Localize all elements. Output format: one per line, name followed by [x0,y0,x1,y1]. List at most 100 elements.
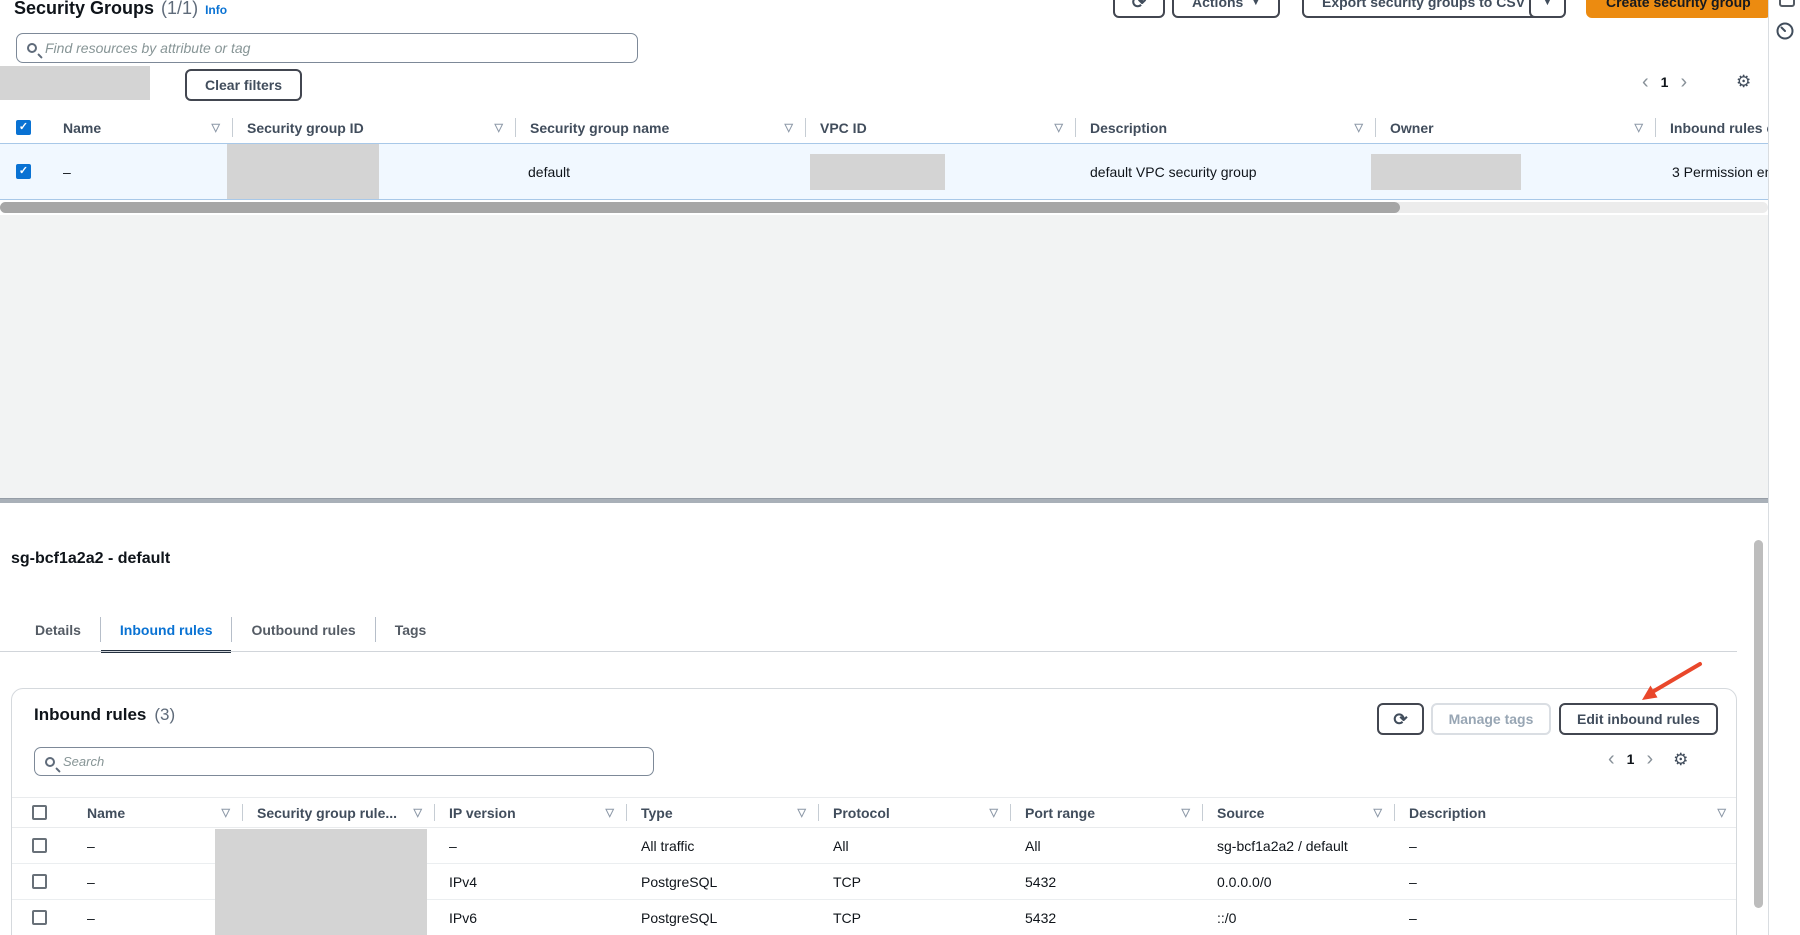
cell-protocol: All [818,828,1010,863]
edit-inbound-rules-button[interactable]: Edit inbound rules [1559,703,1718,735]
search-icon [45,757,55,767]
cell-description: – [1394,900,1737,935]
refresh-button[interactable]: ⟳ [1113,0,1165,18]
cell-port-range: 5432 [1010,900,1202,935]
create-security-group-button[interactable]: Create security group [1586,0,1768,18]
sort-icon[interactable]: ▽ [1055,121,1063,134]
previous-page-button[interactable]: ‹ [1608,749,1615,769]
select-all-checkbox[interactable] [32,805,47,820]
list-pane-background [0,215,1768,498]
sort-icon[interactable]: ▽ [1355,121,1363,134]
inbound-rules-card: Inbound rules (3) ⟳ Manage tags Edit inb… [11,688,1737,935]
cell-ip-version: – [434,828,626,863]
column-header-port-range: Port range ▽ [1010,798,1202,827]
column-header-security-group-rule: Security group rule... ▽ [242,798,434,827]
cell-port-range: 5432 [1010,864,1202,899]
tab-outbound-rules[interactable]: Outbound rules [232,607,374,652]
caret-down-icon: ▼ [1543,0,1552,7]
inbound-refresh-button[interactable]: ⟳ [1377,703,1424,735]
tab-inbound-rules[interactable]: Inbound rules [101,607,232,652]
previous-page-button[interactable]: ‹ [1642,72,1649,92]
inbound-pagination: ‹ 1 › ⚙ [1608,749,1688,769]
sort-icon[interactable]: ▽ [1635,121,1643,134]
horizontal-scrollbar-thumb[interactable] [0,202,1400,213]
sort-icon[interactable]: ▽ [606,806,614,819]
column-header-name: Name ▽ [72,798,242,827]
cell-vpc-id [805,144,1075,199]
security-group-row[interactable]: – default default VPC security group 3 P… [0,143,1768,200]
column-header-description: Description ▽ [1394,798,1737,827]
page-header: Security Groups (1/1) Info [14,0,227,19]
refresh-icon: ⟳ [1132,0,1146,11]
caret-down-icon: ▼ [1251,0,1260,7]
refresh-icon: ⟳ [1393,711,1407,728]
right-side-toolbar [1768,0,1800,935]
redacted-security-group-id [227,144,379,199]
inbound-preferences-gear-icon[interactable]: ⚙ [1673,751,1688,768]
side-panel-icon[interactable] [1779,0,1795,7]
resource-filter-input[interactable] [45,40,627,56]
sort-icon[interactable]: ▽ [222,806,230,819]
next-page-button[interactable]: › [1680,72,1687,92]
export-csv-button[interactable]: Export security groups to CSV [1302,0,1545,18]
cell-name: – [48,144,232,199]
tab-tags[interactable]: Tags [376,607,446,652]
column-header-owner: Owner ▽ [1375,112,1655,143]
cell-protocol: TCP [818,864,1010,899]
list-preferences-gear-icon[interactable]: ⚙ [1736,73,1751,90]
info-link[interactable]: Info [205,3,227,17]
column-header-type: Type ▽ [626,798,818,827]
column-header-inbound-rules: Inbound rules c [1655,112,1768,143]
column-header-security-group-id: Security group ID ▽ [232,112,515,143]
select-all-checkbox[interactable] [16,120,31,135]
manage-tags-button[interactable]: Manage tags [1431,703,1551,735]
resource-count: (1/1) [161,0,198,19]
sort-icon[interactable]: ▽ [785,121,793,134]
redacted-security-group-rule-ids [215,829,427,935]
redacted-owner [1371,154,1521,190]
sort-icon[interactable]: ▽ [1374,806,1382,819]
column-header-name: Name ▽ [48,112,232,143]
page-title: Security Groups [14,0,154,19]
cell-description: default VPC security group [1075,144,1375,199]
sort-icon[interactable]: ▽ [798,806,806,819]
clear-filters-button[interactable]: Clear filters [185,69,302,101]
row-checkbox[interactable] [32,874,47,889]
column-header-description: Description ▽ [1075,112,1375,143]
security-groups-table-header: Name ▽ Security group ID ▽ Security grou… [0,112,1768,143]
sort-icon[interactable]: ▽ [990,806,998,819]
row-checkbox[interactable] [32,838,47,853]
page-number[interactable]: 1 [1627,751,1635,767]
search-icon [27,43,37,53]
status-circle-icon[interactable] [1775,21,1795,41]
cell-type: PostgreSQL [626,900,818,935]
page-number[interactable]: 1 [1661,74,1669,90]
cell-security-group-id [232,144,515,199]
column-header-source: Source ▽ [1202,798,1394,827]
sort-icon[interactable]: ▽ [1718,806,1726,819]
cell-source: ::/0 [1202,900,1394,935]
cell-port-range: All [1010,828,1202,863]
redacted-vpc-id [810,154,945,190]
sort-icon[interactable]: ▽ [212,121,220,134]
security-groups-list-pane: Security Groups (1/1) Info Clear filters… [0,0,1768,503]
sort-icon[interactable]: ▽ [414,806,422,819]
row-checkbox[interactable] [32,910,47,925]
cell-description: – [1394,828,1737,863]
inbound-rules-table-header: Name ▽ Security group rule... ▽ IP versi… [12,797,1737,828]
cell-ip-version: IPv4 [434,864,626,899]
row-checkbox[interactable] [16,164,31,179]
cell-owner [1375,144,1655,199]
sort-icon[interactable]: ▽ [1182,806,1190,819]
inbound-search-input[interactable] [63,754,643,769]
vertical-scrollbar-thumb[interactable] [1754,540,1763,908]
next-page-button[interactable]: › [1646,749,1653,769]
cell-type: All traffic [626,828,818,863]
tabs-bottom-border [0,651,1737,652]
inbound-search-box [34,747,654,776]
tab-details[interactable]: Details [16,607,100,652]
export-csv-caret-button[interactable]: ▼ [1529,0,1566,18]
sort-icon[interactable]: ▽ [495,121,503,134]
actions-dropdown-button[interactable]: Actions ▼ [1172,0,1280,18]
cell-security-group-name: default [515,144,805,199]
